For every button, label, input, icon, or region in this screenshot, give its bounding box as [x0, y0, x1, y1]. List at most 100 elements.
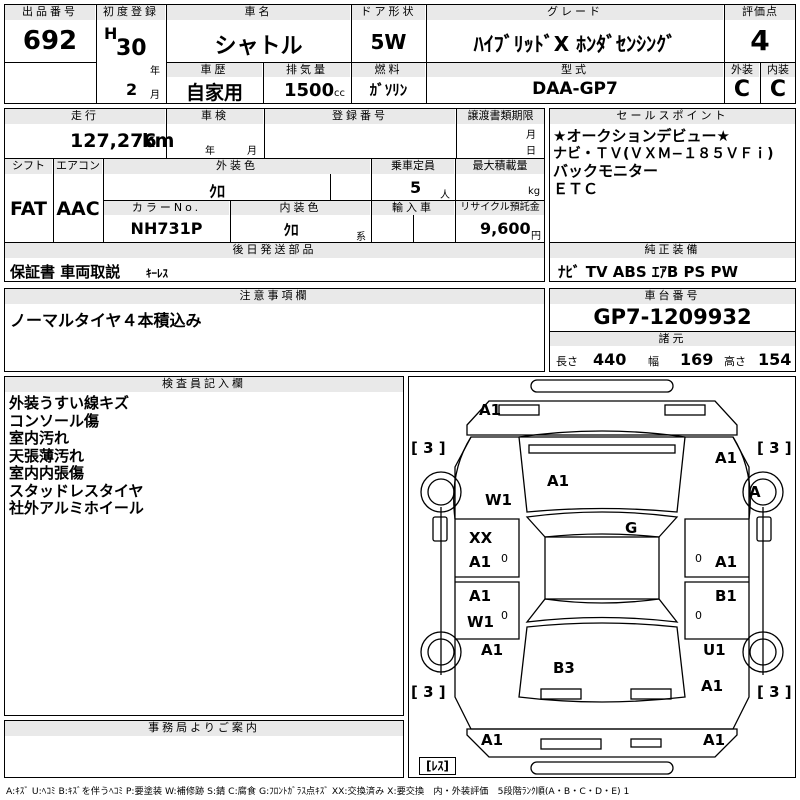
doors-label: ドア形状 [352, 5, 425, 20]
recycle-label: リサイクル預託金 [456, 201, 544, 215]
lot-number: 692 [22, 26, 78, 56]
height: 154 [758, 350, 792, 369]
score-label: 評価点 [725, 5, 795, 20]
legend: A:ｷｽﾞ U:ﾍｺﾐ B:ｷｽﾞを伴うﾍｺﾐ P:要塗装 W:補修跡 S:錆 … [6, 786, 630, 797]
fuel-type: ｶﾞｿﾘﾝ [369, 81, 408, 99]
displacement-label: 排気量 [264, 63, 350, 77]
sales-point-item: ★オークションデビュー★ [553, 127, 730, 145]
color-no-label: カラーNo. [104, 201, 229, 215]
history-label: 車歴 [167, 63, 262, 77]
ac-label: エアコン [54, 159, 102, 174]
overall-score: 4 [750, 24, 770, 57]
height-label: 高さ [724, 355, 746, 368]
mark-door-right-rear: B1 [715, 587, 737, 605]
car-outline [420, 379, 784, 775]
mark-zero-1: 0 [501, 552, 508, 565]
sales-points-label: セールスポイント [550, 109, 795, 124]
mark-door-right-front: A1 [715, 553, 738, 571]
sales-point-item: ＥＴＣ [553, 179, 599, 198]
car-history: 自家用 [185, 82, 243, 104]
month-unit: 月 [150, 90, 160, 101]
mark-zero-4: 0 [695, 609, 702, 622]
inspector-item: 室内内張傷 [9, 464, 85, 482]
equipment-label: 純正装備 [550, 243, 795, 258]
ext-color: ｸﾛ [208, 182, 225, 201]
later-parts-label: 後日発送部品 [5, 243, 544, 258]
later-parts: 保証書 車両取説 [10, 263, 121, 281]
bracket-bottom-right: [ 3 ] [757, 683, 792, 701]
inspector-item: 社外アルミホイール [9, 499, 144, 517]
mark-zero-3: 0 [501, 609, 508, 622]
inspection-label: 車検 [167, 109, 263, 124]
chassis-number: GP7-1209932 [593, 305, 752, 329]
inspection-month-unit: 月 [247, 146, 257, 157]
mark-wheel-right-front: A [749, 483, 761, 501]
length: 440 [593, 350, 627, 369]
inspector-item: 外装うすい線キズ [9, 394, 130, 412]
interior-grade: C [769, 77, 787, 102]
reg-no-label: 登録番号 [265, 109, 455, 124]
inspector-item: 室内汚れ [9, 429, 70, 447]
mark-door-left-rear: A1 [469, 587, 492, 605]
inspector-item: 天張薄汚れ [9, 446, 85, 465]
recycle-fee: 9,600 [480, 219, 531, 238]
car-name-label: 車名 [167, 5, 350, 20]
exterior-grade: C [733, 77, 751, 102]
mark-fender-left: W1 [485, 491, 512, 509]
mark-bumper-right: A1 [703, 731, 726, 749]
capacity: 5 [410, 178, 422, 197]
int-color: ｸﾛ [283, 221, 299, 239]
length-label: 長さ [556, 355, 578, 368]
reg-month: 2 [126, 80, 138, 99]
inspector-item: コンソール傷 [9, 411, 100, 430]
interior-label: 内装 [761, 63, 795, 77]
import-label: 輸入車 [372, 201, 454, 215]
int-color-label: 内装色 [231, 201, 370, 215]
grade: ﾊｲﾌﾞﾘｯﾄﾞX ﾎﾝﾀﾞｾﾝｼﾝｸﾞ [473, 32, 677, 56]
mark-door-left-front: XX [469, 529, 493, 547]
mark-bumper-left: A1 [481, 731, 504, 749]
mark-rear-left: A1 [481, 641, 504, 659]
mark-front-left: A1 [479, 401, 502, 419]
bracket-top-right: [ 3 ] [757, 439, 792, 457]
displacement-unit: cc [334, 88, 345, 99]
transfer-month-unit: 月 [526, 130, 536, 141]
mark-door-left-rear-2: W1 [467, 613, 494, 631]
exterior-label: 外装 [725, 63, 759, 77]
transfer-day-unit: 日 [526, 146, 536, 157]
mark-door-left-front-2: A1 [469, 553, 492, 571]
mark-rear-right: U1 [703, 641, 726, 659]
bracket-bottom-left: [ 3 ] [411, 683, 446, 701]
sales-points-list: ★オークションデビュー★ ナビ・ＴＶ(ＶＸＭ−１８５ＶＦｉ) バックモニター Ｅ… [553, 127, 774, 198]
mark-hood: A1 [547, 472, 570, 490]
mileage-unit: km [142, 130, 175, 152]
equipment: ﾅﾋﾞ TV ABS ｴｱB PS PW [558, 263, 739, 281]
year-unit: 年 [150, 66, 160, 77]
notes-label: 注意事項欄 [5, 289, 544, 304]
mark-trunk: B3 [553, 659, 575, 677]
sales-point-item: バックモニター [553, 162, 659, 180]
load-unit: kg [528, 186, 541, 197]
model-label: 型式 [427, 63, 723, 77]
displacement: 1500 [284, 80, 335, 101]
fuel-label: 燃料 [352, 63, 425, 77]
notes-text: ノーマルタイヤ４本積込み [10, 311, 202, 330]
width-label: 幅 [648, 355, 659, 368]
mark-rear-right-2: A1 [701, 677, 724, 695]
door-type: 5W [370, 30, 407, 54]
dimensions-label: 諸元 [550, 332, 795, 346]
lot-label: 出品番号 [5, 5, 95, 20]
office-label: 事務局よりご案内 [5, 721, 403, 736]
first-reg-label: 初度登録 [97, 5, 165, 20]
mark-roof: G [625, 519, 638, 537]
bracket-top-left: [ 3 ] [411, 439, 446, 457]
inspection-year-unit: 年 [205, 146, 215, 157]
shift-type: FAT [10, 198, 47, 220]
mark-zero-2: 0 [695, 552, 702, 565]
grade-label: グレード [427, 5, 723, 20]
load-label: 最大積載量 [456, 159, 544, 174]
later-parts-extra: ｷｰﾚｽ [146, 267, 168, 280]
recycle-unit: 円 [531, 231, 541, 242]
transfer-label: 譲渡書類期限 [457, 109, 544, 124]
mark-front-right: A1 [715, 449, 738, 467]
